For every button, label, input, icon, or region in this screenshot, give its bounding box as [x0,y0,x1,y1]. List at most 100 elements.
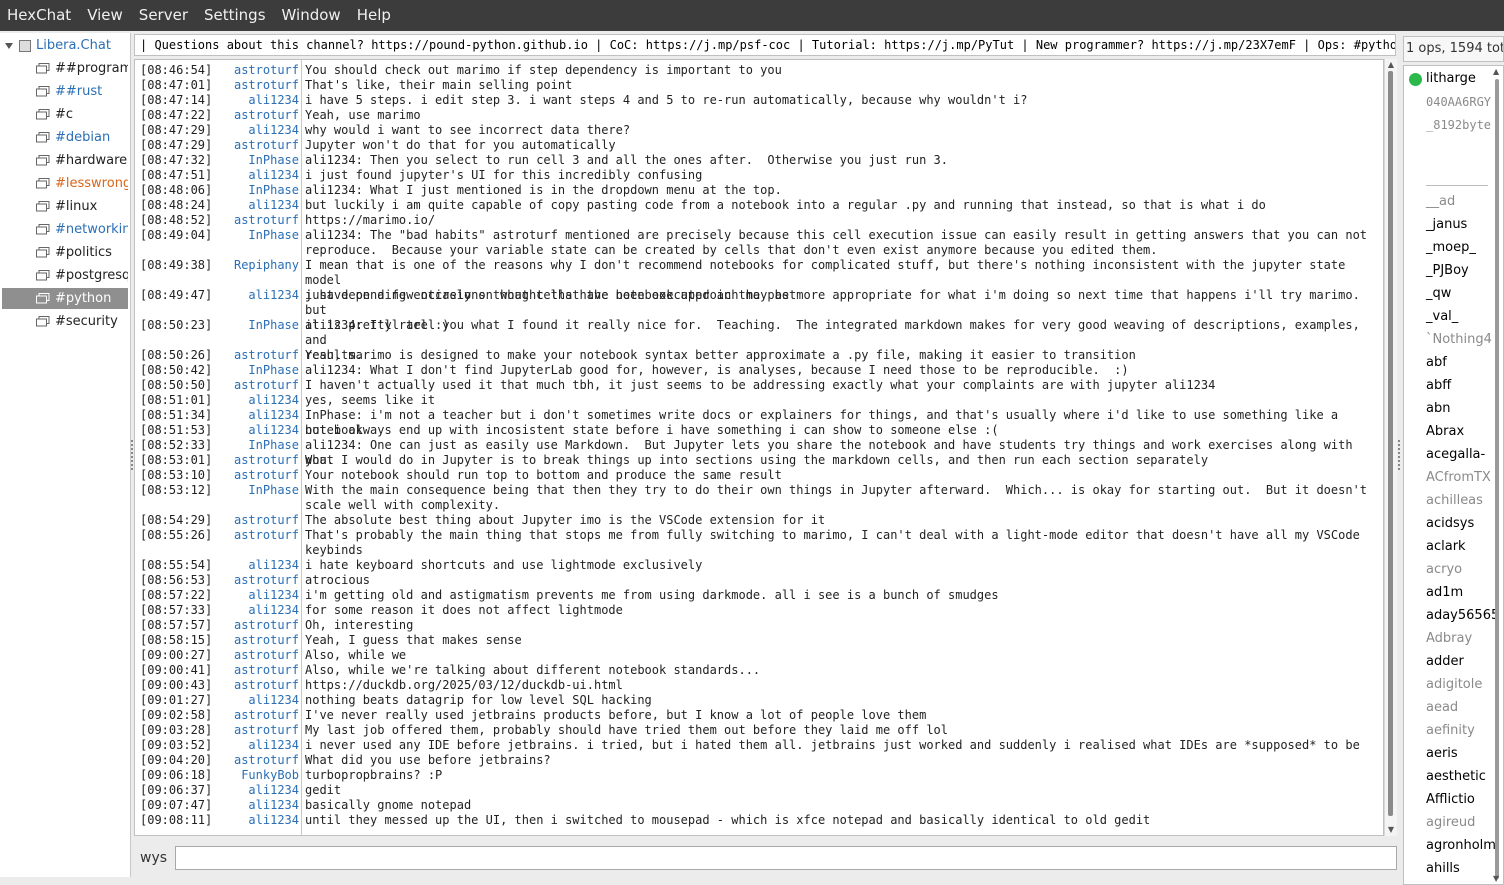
message-nick[interactable]: astroturf [195,453,299,468]
message-nick[interactable]: astroturf [195,753,299,768]
channel-item[interactable]: ##rust [2,81,128,102]
user-item[interactable]: litharge [1426,68,1476,90]
message-nick[interactable]: ali1234 [195,288,299,303]
message-nick[interactable]: astroturf [195,708,299,723]
message-nick[interactable]: InPhase [195,363,299,378]
pane-resize-handle[interactable] [1398,440,1402,470]
user-item[interactable]: acidsys [1426,513,1474,535]
scrollbar-thumb[interactable] [1495,79,1499,879]
user-item[interactable]: ad1m [1426,582,1463,604]
scroll-up-icon[interactable]: ▲ [1386,61,1396,69]
message-nick[interactable]: astroturf [195,348,299,363]
message-nick[interactable]: astroturf [195,108,299,123]
user-item[interactable]: adigitole [1426,674,1482,696]
channel-item[interactable]: ##programming [2,58,128,79]
menu-window[interactable]: Window [275,0,350,31]
user-item[interactable]: aclark [1426,536,1466,558]
message-nick[interactable]: InPhase [195,228,299,243]
channel-item[interactable]: #postgresql [2,265,128,286]
menu-server[interactable]: Server [132,0,197,31]
message-nick[interactable]: ali1234 [195,693,299,708]
user-item[interactable]: _val_ [1426,306,1458,328]
message-nick[interactable]: ali1234 [195,393,299,408]
message-nick[interactable]: astroturf [195,678,299,693]
scrollbar-thumb[interactable] [1388,71,1393,816]
user-item[interactable]: _moep_ [1426,237,1476,259]
channel-item[interactable]: #linux [2,196,128,217]
user-item[interactable]: abf [1426,352,1447,374]
user-item[interactable]: aead [1426,697,1458,719]
menu-hexchat[interactable]: HexChat [0,0,80,31]
userlist-scrollbar[interactable]: ▲ ▼ [1491,65,1503,885]
message-nick[interactable]: Repiphany [195,258,299,273]
message-nick[interactable]: ali1234 [195,558,299,573]
user-item[interactable]: Afflictio [1426,789,1475,811]
message-nick[interactable]: astroturf [195,378,299,393]
user-item[interactable]: agireud [1426,812,1475,834]
user-item[interactable]: ACfromTX [1426,467,1491,489]
message-nick[interactable]: ali1234 [195,408,299,423]
message-nick[interactable]: InPhase [195,318,299,333]
channel-item[interactable]: #security [2,311,128,332]
user-item[interactable]: _8192byte [1426,114,1491,136]
message-nick[interactable]: astroturf [195,648,299,663]
message-nick[interactable]: InPhase [195,438,299,453]
user-item[interactable]: aesthetic [1426,766,1486,788]
message-nick[interactable]: astroturf [195,633,299,648]
menu-help[interactable]: Help [350,0,400,31]
channel-item[interactable]: #lesswrong [2,173,128,194]
message-nick[interactable]: astroturf [195,468,299,483]
message-nick[interactable]: astroturf [195,618,299,633]
user-item[interactable]: _qw [1426,283,1451,305]
user-item[interactable]: aeris [1426,743,1458,765]
message-nick[interactable]: ali1234 [195,798,299,813]
user-item[interactable]: aefinity [1426,720,1475,742]
message-nick[interactable]: ali1234 [195,588,299,603]
message-nick[interactable]: astroturf [195,213,299,228]
network-item[interactable]: Libera.Chat [0,35,130,56]
chat-log[interactable]: [08:46:54] astroturf You should check out … [134,59,1384,836]
scroll-down-icon[interactable]: ▼ [1493,874,1499,883]
user-item[interactable]: achilleas [1426,490,1483,512]
message-nick[interactable]: InPhase [195,183,299,198]
message-nick[interactable]: astroturf [195,528,299,543]
topic-bar[interactable]: | Questions about this channel? https://… [134,34,1396,56]
channel-item[interactable]: #c [2,104,128,125]
message-nick[interactable]: ali1234 [195,813,299,828]
message-nick[interactable]: astroturf [195,513,299,528]
user-item[interactable]: _PJBoy [1426,260,1469,282]
user-item[interactable]: abff [1426,375,1451,397]
channel-item[interactable]: #python [2,288,128,309]
user-item[interactable]: acegalla- [1426,444,1485,466]
user-item[interactable]: abn [1426,398,1450,420]
message-nick[interactable]: ali1234 [195,168,299,183]
message-nick[interactable]: astroturf [195,723,299,738]
message-nick[interactable]: ali1234 [195,738,299,753]
nick-button[interactable]: wys [140,850,167,866]
user-item[interactable]: Adbray [1426,628,1472,650]
message-nick[interactable]: ali1234 [195,603,299,618]
message-input[interactable] [175,846,1397,870]
user-item[interactable]: aday56565 [1426,605,1499,627]
user-item[interactable]: Abrax [1426,421,1464,443]
user-item[interactable]: adder [1426,651,1464,673]
message-nick[interactable]: astroturf [195,663,299,678]
chat-scrollbar[interactable]: ▲ ▼ [1384,59,1397,836]
user-item[interactable]: `Nothing4 [1426,329,1492,351]
user-item[interactable]: _janus [1426,214,1467,236]
scroll-up-icon[interactable]: ▲ [1493,67,1499,76]
menu-view[interactable]: View [80,0,132,31]
channel-item[interactable]: #debian [2,127,128,148]
message-nick[interactable]: FunkyBob [195,768,299,783]
user-item[interactable]: acryo [1426,559,1462,581]
user-item[interactable]: 040AA6RGY [1426,91,1491,113]
pane-resize-handle[interactable] [131,440,135,470]
user-item[interactable]: __ad [1426,191,1455,213]
message-nick[interactable]: astroturf [195,63,299,78]
user-item[interactable]: agronholm [1426,835,1496,857]
message-nick[interactable]: ali1234 [195,123,299,138]
message-nick[interactable]: ali1234 [195,783,299,798]
message-nick[interactable]: astroturf [195,573,299,588]
scroll-down-icon[interactable]: ▼ [1386,826,1396,834]
message-nick[interactable]: ali1234 [195,93,299,108]
